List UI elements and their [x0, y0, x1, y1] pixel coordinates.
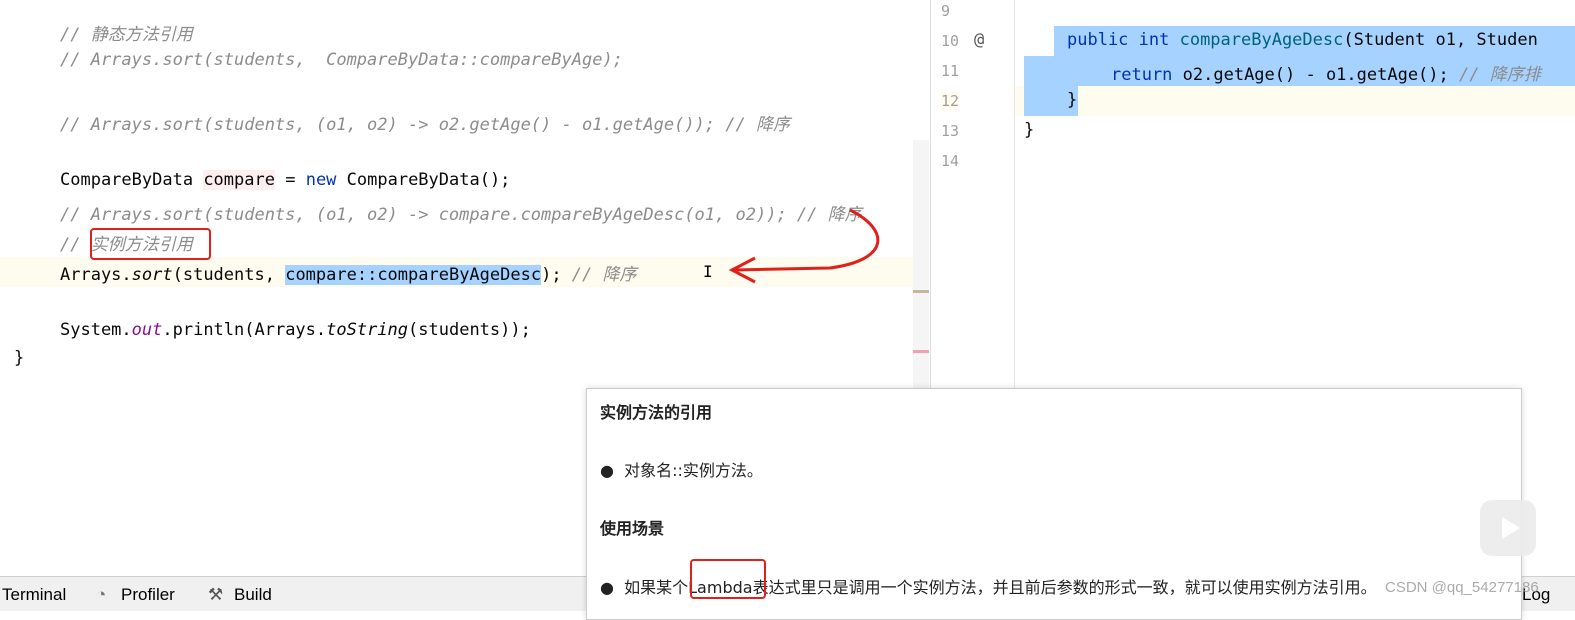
text-cursor-icon: I: [703, 262, 713, 281]
list-item: ● 对象名::实例方法。: [600, 461, 763, 480]
terminal-tab[interactable]: Terminal: [2, 585, 66, 605]
video-play-icon[interactable]: [1480, 500, 1536, 556]
hammer-icon: ⚒: [208, 585, 224, 604]
override-icon[interactable]: @: [974, 30, 984, 50]
line-number: 11: [941, 62, 960, 80]
code-line: // Arrays.sort(students, (o1, o2) -> o2.…: [60, 115, 790, 135]
line-number: 9: [941, 2, 951, 20]
annotation-box: [90, 228, 211, 260]
code-line: }: [1067, 90, 1078, 110]
line-number: 10: [941, 32, 960, 50]
code-line: }: [1024, 120, 1035, 140]
code-line: return o2.getAge() - o1.getAge(); // 降序排: [1111, 65, 1541, 85]
code-line: }: [14, 348, 25, 368]
profiler-icon: ◔: [96, 585, 107, 604]
code-line: Arrays.sort(students, compare::compareBy…: [60, 265, 637, 285]
profiler-tab[interactable]: Profiler: [121, 585, 175, 605]
documentation-popup: 实例方法的引用 ● 对象名::实例方法。 使用场景 ● 如果某个Lambda表达…: [586, 388, 1522, 620]
annotation-box: [690, 559, 766, 599]
code-line: // 静态方法引用: [60, 25, 193, 45]
line-number: 12: [941, 92, 960, 110]
build-tab[interactable]: Build: [234, 585, 272, 605]
code-line: System.out.println(Arrays.toString(stude…: [60, 320, 531, 340]
annotation-arrow: [728, 208, 880, 284]
watermark: CSDN @qq_54277186: [1385, 579, 1539, 596]
gutter: 9 10 11 12 13 14 @: [931, 0, 1015, 390]
code-line: CompareByData compare = new CompareByDat…: [60, 170, 511, 190]
editor-right[interactable]: 9 10 11 12 13 14 @ public int compareByA…: [930, 0, 1575, 390]
line-number: 13: [941, 122, 960, 140]
line-number: 14: [941, 152, 960, 170]
scrollbar[interactable]: [913, 140, 929, 390]
popup-heading: 使用场景: [600, 519, 665, 538]
code-line: // Arrays.sort(students, CompareByData::…: [60, 50, 623, 70]
code-line: public int compareByAgeDesc(Student o1, …: [1067, 30, 1538, 50]
popup-heading: 实例方法的引用: [600, 403, 713, 422]
